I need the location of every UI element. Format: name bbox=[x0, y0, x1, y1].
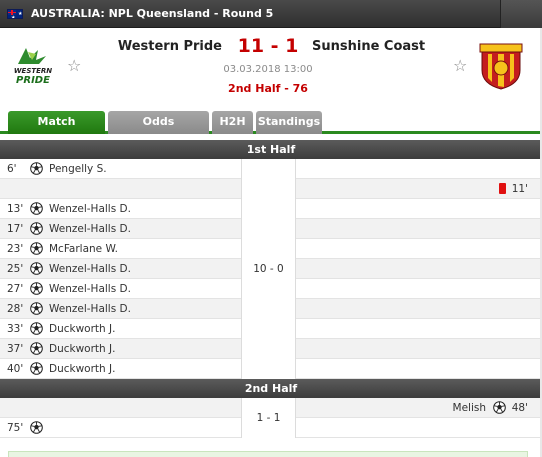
goal-ball-icon bbox=[30, 322, 43, 335]
goal-ball-icon bbox=[30, 302, 43, 315]
match-score: 11 - 1 bbox=[237, 35, 299, 57]
event-minute: 75' bbox=[7, 422, 24, 434]
match-tabs: Match Summary Odds Comparison H2H Standi… bbox=[0, 110, 542, 150]
second-half-header: 2nd Half bbox=[0, 379, 542, 398]
event-player[interactable]: Wenzel-Halls D. bbox=[49, 223, 131, 235]
goal-ball-icon bbox=[30, 202, 43, 215]
event-minute: 13' bbox=[7, 203, 24, 215]
event-minute: 40' bbox=[7, 363, 24, 375]
event-minute: 11' bbox=[511, 183, 528, 195]
tab-odds-comparison[interactable]: Odds Comparison bbox=[108, 111, 209, 150]
tab-standings[interactable]: Standings bbox=[256, 111, 322, 134]
event-player[interactable]: Wenzel-Halls D. bbox=[49, 263, 131, 275]
league-header: ★ ★ AUSTRALIA: NPL Queensland - Round 5 bbox=[0, 0, 542, 28]
event-player[interactable]: Wenzel-Halls D. bbox=[49, 283, 131, 295]
goal-ball-icon bbox=[30, 262, 43, 275]
event-minute: 28' bbox=[7, 303, 24, 315]
event-player[interactable]: Wenzel-Halls D. bbox=[49, 303, 131, 315]
event-minute: 33' bbox=[7, 323, 24, 335]
event-minute: 25' bbox=[7, 263, 24, 275]
western-pride-logo: WESTERN PRIDE bbox=[14, 48, 52, 86]
event-minute: 17' bbox=[7, 223, 24, 235]
event-player[interactable]: Duckworth J. bbox=[49, 343, 115, 355]
first-half-header: 1st Half bbox=[0, 140, 542, 159]
goal-ball-icon bbox=[30, 242, 43, 255]
header-side-tab[interactable] bbox=[500, 0, 542, 28]
tab-h2h[interactable]: H2H bbox=[212, 111, 253, 134]
second-half-score: 1 - 1 bbox=[241, 398, 296, 438]
goal-ball-icon bbox=[30, 282, 43, 295]
league-title[interactable]: AUSTRALIA: NPL Queensland - Round 5 bbox=[31, 7, 273, 20]
event-player[interactable]: Duckworth J. bbox=[49, 363, 115, 375]
event-player[interactable]: McFarlane W. bbox=[49, 243, 118, 255]
away-team-name[interactable]: Sunshine Coast bbox=[312, 39, 442, 54]
info-box bbox=[8, 451, 528, 457]
event-player[interactable]: Melish bbox=[453, 402, 486, 414]
goal-ball-icon bbox=[30, 342, 43, 355]
svg-text:WESTERN: WESTERN bbox=[14, 67, 52, 75]
goal-ball-icon bbox=[493, 401, 506, 414]
tab-match-summary[interactable]: Match Summary bbox=[8, 111, 105, 150]
first-half-score: 10 - 0 bbox=[241, 159, 296, 379]
svg-text:PRIDE: PRIDE bbox=[16, 75, 50, 86]
red-card-icon bbox=[499, 183, 506, 194]
event-minute: 48' bbox=[511, 402, 528, 414]
australia-flag-icon: ★ ★ bbox=[7, 8, 23, 19]
goal-ball-icon bbox=[30, 362, 43, 375]
home-team-name[interactable]: Western Pride bbox=[100, 39, 222, 54]
goal-ball-icon bbox=[30, 222, 43, 235]
event-player[interactable]: Wenzel-Halls D. bbox=[49, 203, 131, 215]
goal-ball-icon bbox=[30, 162, 43, 175]
favorite-away-star-icon[interactable]: ☆ bbox=[453, 58, 467, 74]
event-minute: 27' bbox=[7, 283, 24, 295]
sunshine-coast-logo bbox=[479, 43, 523, 90]
event-minute: 23' bbox=[7, 243, 24, 255]
event-minute: 37' bbox=[7, 343, 24, 355]
match-datetime: 03.03.2018 13:00 bbox=[223, 64, 313, 75]
event-player[interactable]: Duckworth J. bbox=[49, 323, 115, 335]
event-player[interactable]: Pengelly S. bbox=[49, 163, 107, 175]
goal-ball-icon bbox=[30, 421, 43, 434]
event-minute: 6' bbox=[7, 163, 17, 175]
favorite-home-star-icon[interactable]: ☆ bbox=[67, 58, 81, 74]
match-status: 2nd Half - 76 bbox=[228, 82, 308, 95]
